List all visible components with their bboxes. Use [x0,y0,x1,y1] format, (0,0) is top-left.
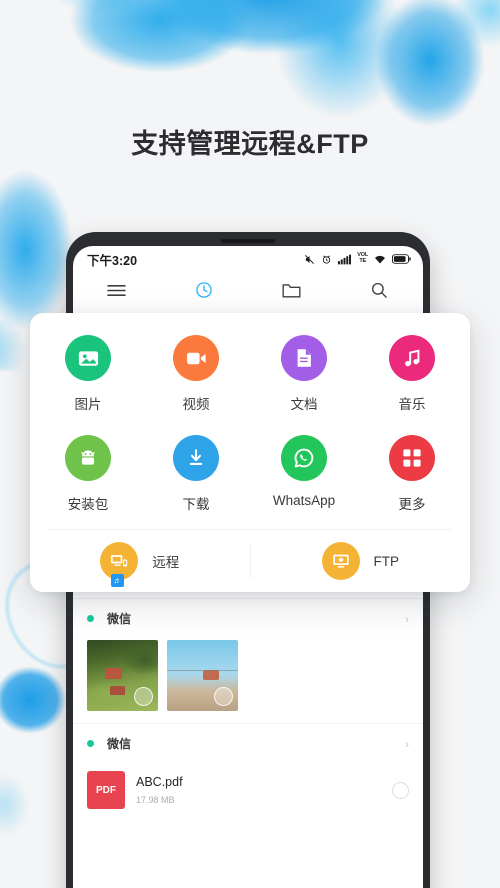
recent-clock-icon [195,281,213,304]
category-item-more[interactable]: 更多 [358,427,466,527]
connection-label: FTP [373,553,400,569]
section-title: 微信 [107,737,132,751]
category-label: 安装包 [67,497,109,512]
photo-thumbnail-row [73,636,423,723]
tab-folder[interactable] [248,282,336,304]
select-checkbox[interactable] [134,687,153,706]
android-icon [65,435,111,481]
volte-icon: VOL TE [357,252,368,264]
section-header-wechat-1[interactable]: 微信 › [73,598,423,636]
grid-more-icon [389,435,435,481]
status-icon-group: VOL TE [304,252,411,265]
category-item-whatsapp[interactable]: WhatsApp [250,427,358,527]
phone-earpiece [221,239,275,243]
category-item-music[interactable]: 音乐 [358,327,466,427]
category-label: 音乐 [398,397,426,412]
section-dot-icon [87,615,94,622]
select-checkbox[interactable] [392,781,409,799]
music-badge-icon: ♬ [111,574,124,587]
chevron-right-icon: › [405,611,409,626]
pdf-file-icon: PDF [87,771,125,809]
status-bar: 下午3:20 VOL TE [73,246,423,272]
status-time: 下午3:20 [87,253,138,268]
category-item-apk[interactable]: 安装包 [34,427,142,527]
category-label: 下载 [182,497,210,512]
photo-thumbnail[interactable] [167,640,238,711]
music-icon [389,335,435,381]
chevron-right-icon: › [405,736,409,751]
file-meta: 17.98 MB [136,795,175,805]
folder-icon [282,282,301,304]
page-title: 支持管理远程&FTP [131,129,369,159]
whatsapp-icon [281,435,327,481]
alarm-icon [321,254,332,265]
battery-icon [392,254,411,264]
tab-recent[interactable] [161,281,249,304]
search-button[interactable] [336,281,424,304]
category-label: 文档 [290,397,318,412]
connection-item-ftp[interactable]: FTP [251,530,471,592]
list-item-text: ABC.pdf 17.98 MB [136,775,381,805]
connection-row: 远程 FTP [30,530,470,592]
photo-thumbnail[interactable] [87,640,158,711]
screenshot-root: 支持管理远程&FTP 下午3:20 VOL TE ♬ 微信 › 微信 › PDF… [0,0,500,888]
select-checkbox[interactable] [214,687,233,706]
mute-icon [304,254,315,265]
section-dot-icon [87,740,94,747]
wifi-icon [374,254,386,265]
category-label: 视频 [182,397,210,412]
ink-faint-bottom-left [0,760,50,850]
category-grid: 图片 视频 文档 音乐 安装包 下载 WhatsApp 更多 [30,327,470,527]
connection-item-remote[interactable]: 远程 [30,530,250,592]
search-icon [370,281,388,304]
category-label: WhatsApp [272,493,336,508]
image-icon [65,335,111,381]
category-label: 更多 [398,497,426,512]
section-header-wechat-2[interactable]: 微信 › [73,723,423,761]
file-name: ABC.pdf [136,775,183,789]
document-icon [281,335,327,381]
video-icon [173,335,219,381]
download-icon [173,435,219,481]
section-title: 微信 [107,612,132,626]
menu-icon [107,283,126,303]
category-item-downloads[interactable]: 下载 [142,427,250,527]
signal-icon [338,254,352,265]
category-item-videos[interactable]: 视频 [142,327,250,427]
category-popup-card: 图片 视频 文档 音乐 安装包 下载 WhatsApp 更多 远程 FTP [30,313,470,592]
list-item-pdf[interactable]: PDF ABC.pdf 17.98 MB [73,761,423,819]
app-toolbar [73,272,423,314]
category-label: 图片 [74,397,102,412]
ftp-monitor-icon [321,542,360,580]
category-item-documents[interactable]: 文档 [250,327,358,427]
ink-splash-top [40,0,460,130]
connection-label: 远程 [152,555,180,570]
category-item-images[interactable]: 图片 [34,327,142,427]
menu-button[interactable] [73,283,161,303]
